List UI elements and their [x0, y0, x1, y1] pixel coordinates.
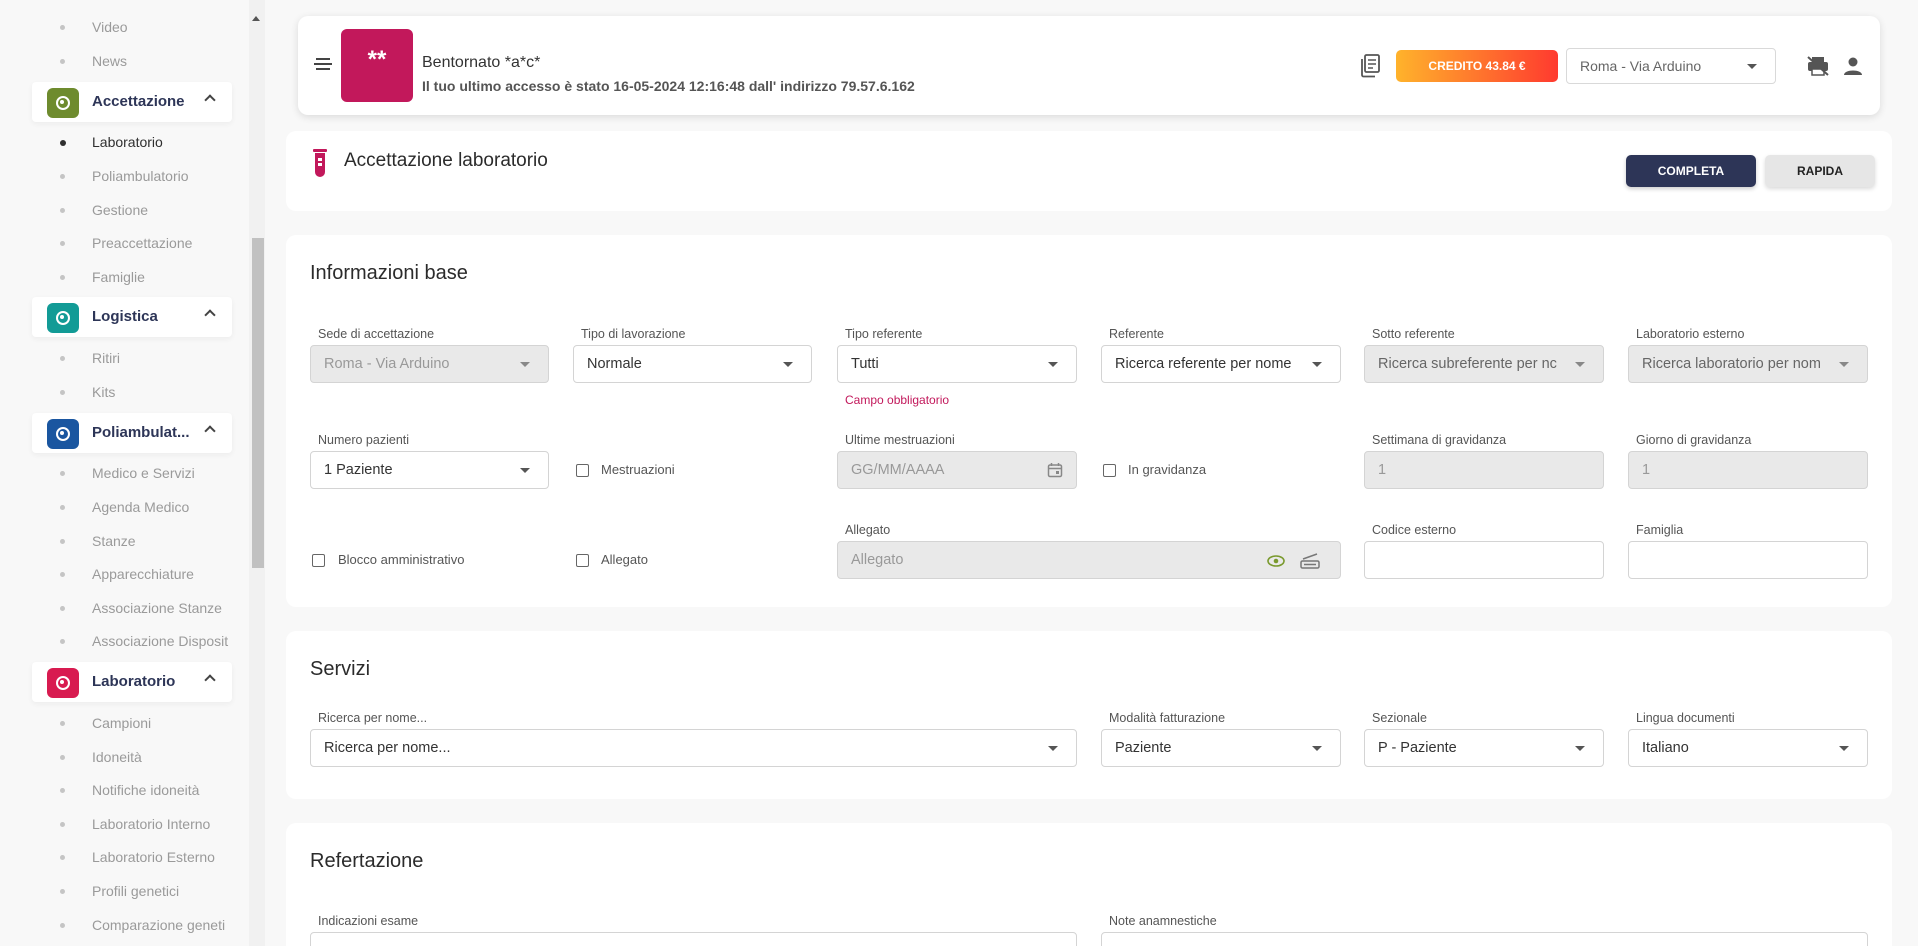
caret-down-icon — [783, 362, 793, 367]
laboratorio-esterno-select[interactable]: Ricerca laboratorio per nom — [1628, 345, 1868, 383]
codice-esterno-input[interactable] — [1364, 541, 1604, 579]
view-icon[interactable] — [1267, 554, 1285, 568]
welcome-text: Bentornato *a*c* — [422, 54, 541, 71]
servizi-card: Servizi Ricerca per nome... Ricerca per … — [286, 631, 1892, 799]
caret-down-icon — [1575, 362, 1585, 367]
page-title: Accettazione laboratorio — [344, 150, 548, 171]
test-tube-icon — [313, 149, 327, 177]
chevron-up-icon — [204, 94, 216, 106]
credit-badge[interactable]: CREDITO 43.84 € — [1396, 50, 1558, 82]
giorno-gravidanza-input[interactable]: 1 — [1628, 451, 1868, 489]
caret-down-icon — [1048, 362, 1058, 367]
scanner-icon[interactable] — [1300, 553, 1320, 569]
ultime-mestruazioni-label: Ultime mestruazioni — [845, 433, 955, 447]
caret-down-icon — [1048, 746, 1058, 751]
numero-pazienti-label: Numero pazienti — [318, 433, 410, 447]
indicazioni-esame-input[interactable] — [310, 932, 1077, 946]
in-gravidanza-label: In gravidanza — [1128, 462, 1207, 477]
sotto-referente-label: Sotto referente — [1372, 327, 1455, 341]
section-title: Informazioni base — [310, 262, 468, 284]
menu-icon[interactable] — [314, 58, 332, 72]
caret-down-icon — [520, 468, 530, 473]
sidebar-group-laboratorio[interactable]: Laboratorio — [32, 662, 232, 702]
blocco-amministrativo-checkbox[interactable] — [312, 554, 325, 567]
tipo-referente-label: Tipo referente — [845, 327, 923, 341]
logistica-icon — [47, 303, 79, 333]
sotto-referente-select[interactable]: Ricerca subreferente per nc — [1364, 345, 1604, 383]
lingua-documenti-label: Lingua documenti — [1636, 711, 1735, 725]
allegato-label: Allegato — [845, 523, 891, 537]
famiglia-input[interactable] — [1628, 541, 1868, 579]
sidebar-group-logistica[interactable]: Logistica — [32, 297, 232, 337]
caret-down-icon — [1312, 746, 1322, 751]
sede-accettazione-select[interactable]: Roma - Via Arduino — [310, 345, 549, 383]
caret-down-icon — [520, 362, 530, 367]
chevron-up-icon — [204, 309, 216, 321]
sidebar-group-accettazione[interactable]: Accettazione — [32, 82, 232, 122]
ultime-mestruazioni-input[interactable]: GG/MM/AAAA — [837, 451, 1077, 489]
modalita-fatturazione-label: Modalità fatturazione — [1109, 711, 1226, 725]
sezionale-label: Sezionale — [1372, 711, 1427, 725]
tipo-lavorazione-select[interactable]: Normale — [573, 345, 812, 383]
allegato-input[interactable]: Allegato — [837, 541, 1341, 579]
caret-down-icon — [1839, 362, 1849, 367]
caret-down-icon — [1312, 362, 1322, 367]
document-icon[interactable] — [1360, 54, 1382, 78]
sezionale-select[interactable]: P - Paziente — [1364, 729, 1604, 767]
in-gravidanza-checkbox[interactable] — [1103, 464, 1116, 477]
codice-esterno-label: Codice esterno — [1372, 523, 1457, 537]
chevron-up-icon — [204, 425, 216, 437]
laboratorio-esterno-label: Laboratorio esterno — [1636, 327, 1745, 341]
calendar-icon[interactable] — [1047, 462, 1063, 478]
tipo-lavorazione-label: Tipo di lavorazione — [581, 327, 686, 341]
sidebar: Video News Accettazione Laboratorio Poli… — [0, 0, 250, 946]
sede-select[interactable]: Roma - Via Arduino — [1566, 48, 1776, 84]
sede-label: Sede di accettazione — [318, 327, 435, 341]
referente-label: Referente — [1109, 327, 1164, 341]
lingua-documenti-select[interactable]: Italiano — [1628, 729, 1868, 767]
note-anamnestiche-input[interactable] — [1101, 932, 1868, 946]
accettazione-icon — [47, 88, 79, 118]
sidebar-scrollbar-thumb[interactable] — [252, 238, 264, 568]
referente-select[interactable]: Ricerca referente per nome — [1101, 345, 1341, 383]
numero-pazienti-select[interactable]: 1 Paziente — [310, 451, 549, 489]
scroll-up-arrow-icon[interactable] — [252, 16, 260, 21]
indicazioni-esame-label: Indicazioni esame — [318, 914, 419, 928]
note-anamnestiche-label: Note anamnestiche — [1109, 914, 1217, 928]
user-icon[interactable] — [1843, 56, 1863, 76]
sidebar-group-poliambulatorio[interactable]: Poliambulat... — [32, 413, 232, 453]
caret-down-icon — [1839, 746, 1849, 751]
refertazione-card: Refertazione Indicazioni esame Note anam… — [286, 823, 1892, 946]
tipo-referente-select[interactable]: Tutti — [837, 345, 1077, 383]
giorno-gravidanza-label: Giorno di gravidanza — [1636, 433, 1752, 447]
rapida-button[interactable]: RAPIDA — [1765, 155, 1875, 187]
caret-down-icon — [1575, 746, 1585, 751]
laboratorio-icon — [47, 668, 79, 698]
allegato-checkbox-label: Allegato — [601, 552, 648, 567]
last-access-text: Il tuo ultimo accesso è stato 16-05-2024… — [422, 78, 915, 94]
mestruazioni-label: Mestruazioni — [601, 462, 675, 477]
mestruazioni-checkbox[interactable] — [576, 464, 589, 477]
no-print-icon[interactable] — [1806, 56, 1830, 76]
modalita-fatturazione-select[interactable]: Paziente — [1101, 729, 1341, 767]
informazioni-base-card: Informazioni base Sede di accettazione R… — [286, 235, 1892, 607]
section-title: Refertazione — [310, 850, 424, 872]
settimana-gravidanza-label: Settimana di gravidanza — [1372, 433, 1507, 447]
poliambulatorio-icon — [47, 419, 79, 449]
completa-button[interactable]: COMPLETA — [1626, 155, 1756, 187]
required-field-warning: Campo obbligatorio — [845, 393, 950, 407]
chevron-up-icon — [204, 674, 216, 686]
ricerca-label: Ricerca per nome... — [318, 711, 428, 725]
page-header-card: Accettazione laboratorio COMPLETA RAPIDA — [286, 131, 1892, 211]
caret-down-icon — [1747, 64, 1757, 69]
avatar[interactable]: ** — [341, 29, 413, 102]
allegato-checkbox[interactable] — [576, 554, 589, 567]
settimana-gravidanza-input[interactable]: 1 — [1364, 451, 1604, 489]
section-title: Servizi — [310, 658, 371, 680]
famiglia-label: Famiglia — [1636, 523, 1684, 537]
blocco-amministrativo-label: Blocco amministrativo — [338, 552, 465, 567]
ricerca-servizi-select[interactable]: Ricerca per nome... — [310, 729, 1077, 767]
top-header: ** Bentornato *a*c* Il tuo ultimo access… — [298, 16, 1880, 115]
